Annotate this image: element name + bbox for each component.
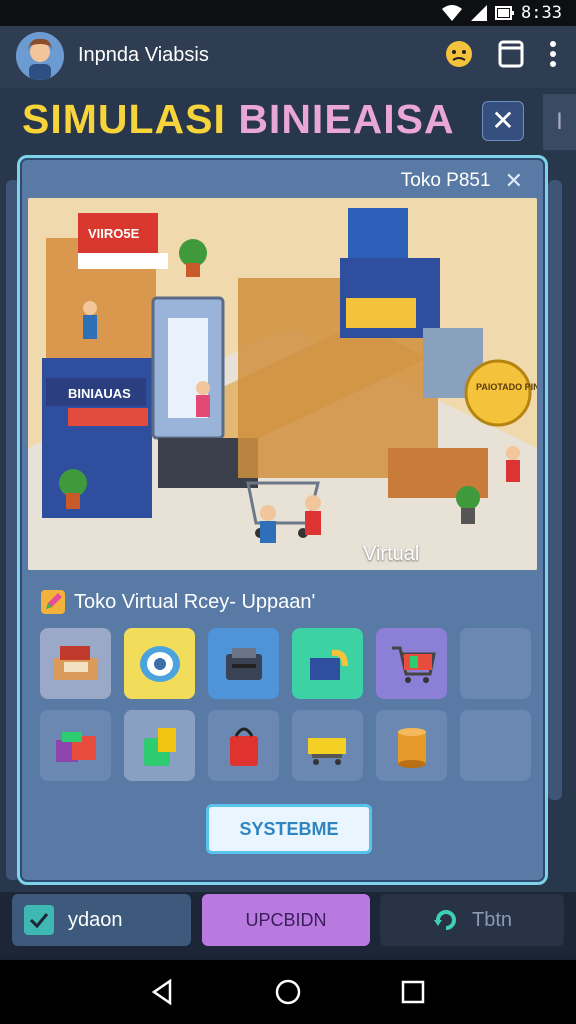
status-icons: 8:33 — [441, 3, 562, 23]
game-title-part1: SIMULASI — [22, 96, 226, 142]
register-icon — [53, 645, 98, 680]
app-bar: Inpnda Viabsis — [0, 26, 576, 88]
scene-label: Virtual — [363, 543, 420, 565]
back-icon[interactable] — [148, 977, 178, 1007]
store-scene-illustration: VIIRO5E BINIAUAS PAIOTADO PINSIA — [28, 198, 537, 570]
game-title: SIMULASI BINIEAISA — [22, 96, 455, 143]
signal-icon — [471, 5, 488, 21]
section-title: Toko Virtual Rcey- Uppaan' — [40, 589, 315, 615]
round-sign: PAIOTADO PINSIA — [476, 382, 537, 392]
home-icon[interactable] — [273, 977, 303, 1007]
item-slot-scanner[interactable] — [292, 628, 363, 699]
shopping-bag-icon — [143, 727, 176, 766]
neutral-face-icon[interactable] — [444, 39, 474, 69]
dialog-title: Toko P851 — [400, 170, 491, 191]
section-title-text: Toko Virtual Rcey- Uppaan' — [74, 590, 316, 613]
item-slot-empty[interactable] — [460, 710, 531, 781]
game-title-part2: BINIEAISA — [238, 96, 455, 142]
item-slot-cylinder[interactable] — [376, 710, 447, 781]
avatar[interactable] — [16, 32, 64, 80]
pencil-icon — [41, 590, 65, 614]
item-slot-printer[interactable] — [208, 628, 279, 699]
item-grid — [40, 628, 531, 781]
dialog-close-icon[interactable]: ✕ — [505, 168, 523, 194]
cylinder-box-icon — [397, 727, 426, 768]
window-icon[interactable] — [498, 39, 524, 69]
printer-icon — [225, 647, 262, 680]
item-slot-trolley[interactable] — [292, 710, 363, 781]
item-slot-tape[interactable] — [124, 628, 195, 699]
cart-trolley-icon — [307, 737, 346, 765]
bottom-bar: ydaon UPCBIDN Tbtn — [0, 892, 576, 954]
battery-icon — [495, 6, 515, 20]
item-slot-register[interactable] — [40, 628, 111, 699]
kebab-menu-icon[interactable] — [548, 39, 558, 69]
item-slot-bag[interactable] — [124, 710, 195, 781]
store-scene[interactable]: VIIRO5E BINIAUAS PAIOTADO PINSIA — [28, 198, 537, 570]
app-title: Inpnda Viabsis — [78, 44, 209, 66]
gift-box-icon — [55, 731, 96, 762]
side-tab[interactable]: I — [543, 94, 576, 150]
status-bar: 8:33 — [0, 0, 576, 26]
item-slot-empty[interactable] — [460, 628, 531, 699]
right-scroll-rail[interactable] — [548, 180, 562, 800]
red-bag-icon — [229, 727, 258, 766]
right-action-label: Tbtn — [471, 908, 513, 931]
left-toggle-label: ydaon — [68, 908, 123, 931]
upgrade-button[interactable]: UPCBIDN — [202, 894, 370, 946]
left-toggle-button[interactable]: ydaon — [12, 894, 191, 946]
scanner-icon — [309, 649, 348, 680]
top-stall-sign: VIIRO5E — [88, 226, 140, 241]
item-slot-red-bag[interactable] — [208, 710, 279, 781]
item-slot-gift[interactable] — [40, 710, 111, 781]
system-button[interactable]: SYSTEBME — [206, 804, 372, 854]
tape-roll-icon — [139, 645, 180, 682]
recents-icon[interactable] — [398, 977, 428, 1007]
item-slot-cart[interactable] — [376, 628, 447, 699]
game-close-button[interactable]: ✕ — [482, 101, 524, 141]
checkbox-icon[interactable] — [24, 905, 54, 935]
store-dialog: Toko P851 ✕ VIIRO5E BINIAUAS PAIOTADO PI — [17, 155, 548, 885]
android-nav-bar — [0, 960, 576, 1024]
left-stall-sign: BINIAUAS — [68, 386, 131, 401]
shopping-cart-icon — [391, 646, 436, 683]
wifi-icon — [442, 5, 463, 21]
right-action-button[interactable]: Tbtn — [380, 894, 564, 946]
refresh-icon — [433, 910, 456, 930]
clock: 8:33 — [521, 3, 562, 23]
